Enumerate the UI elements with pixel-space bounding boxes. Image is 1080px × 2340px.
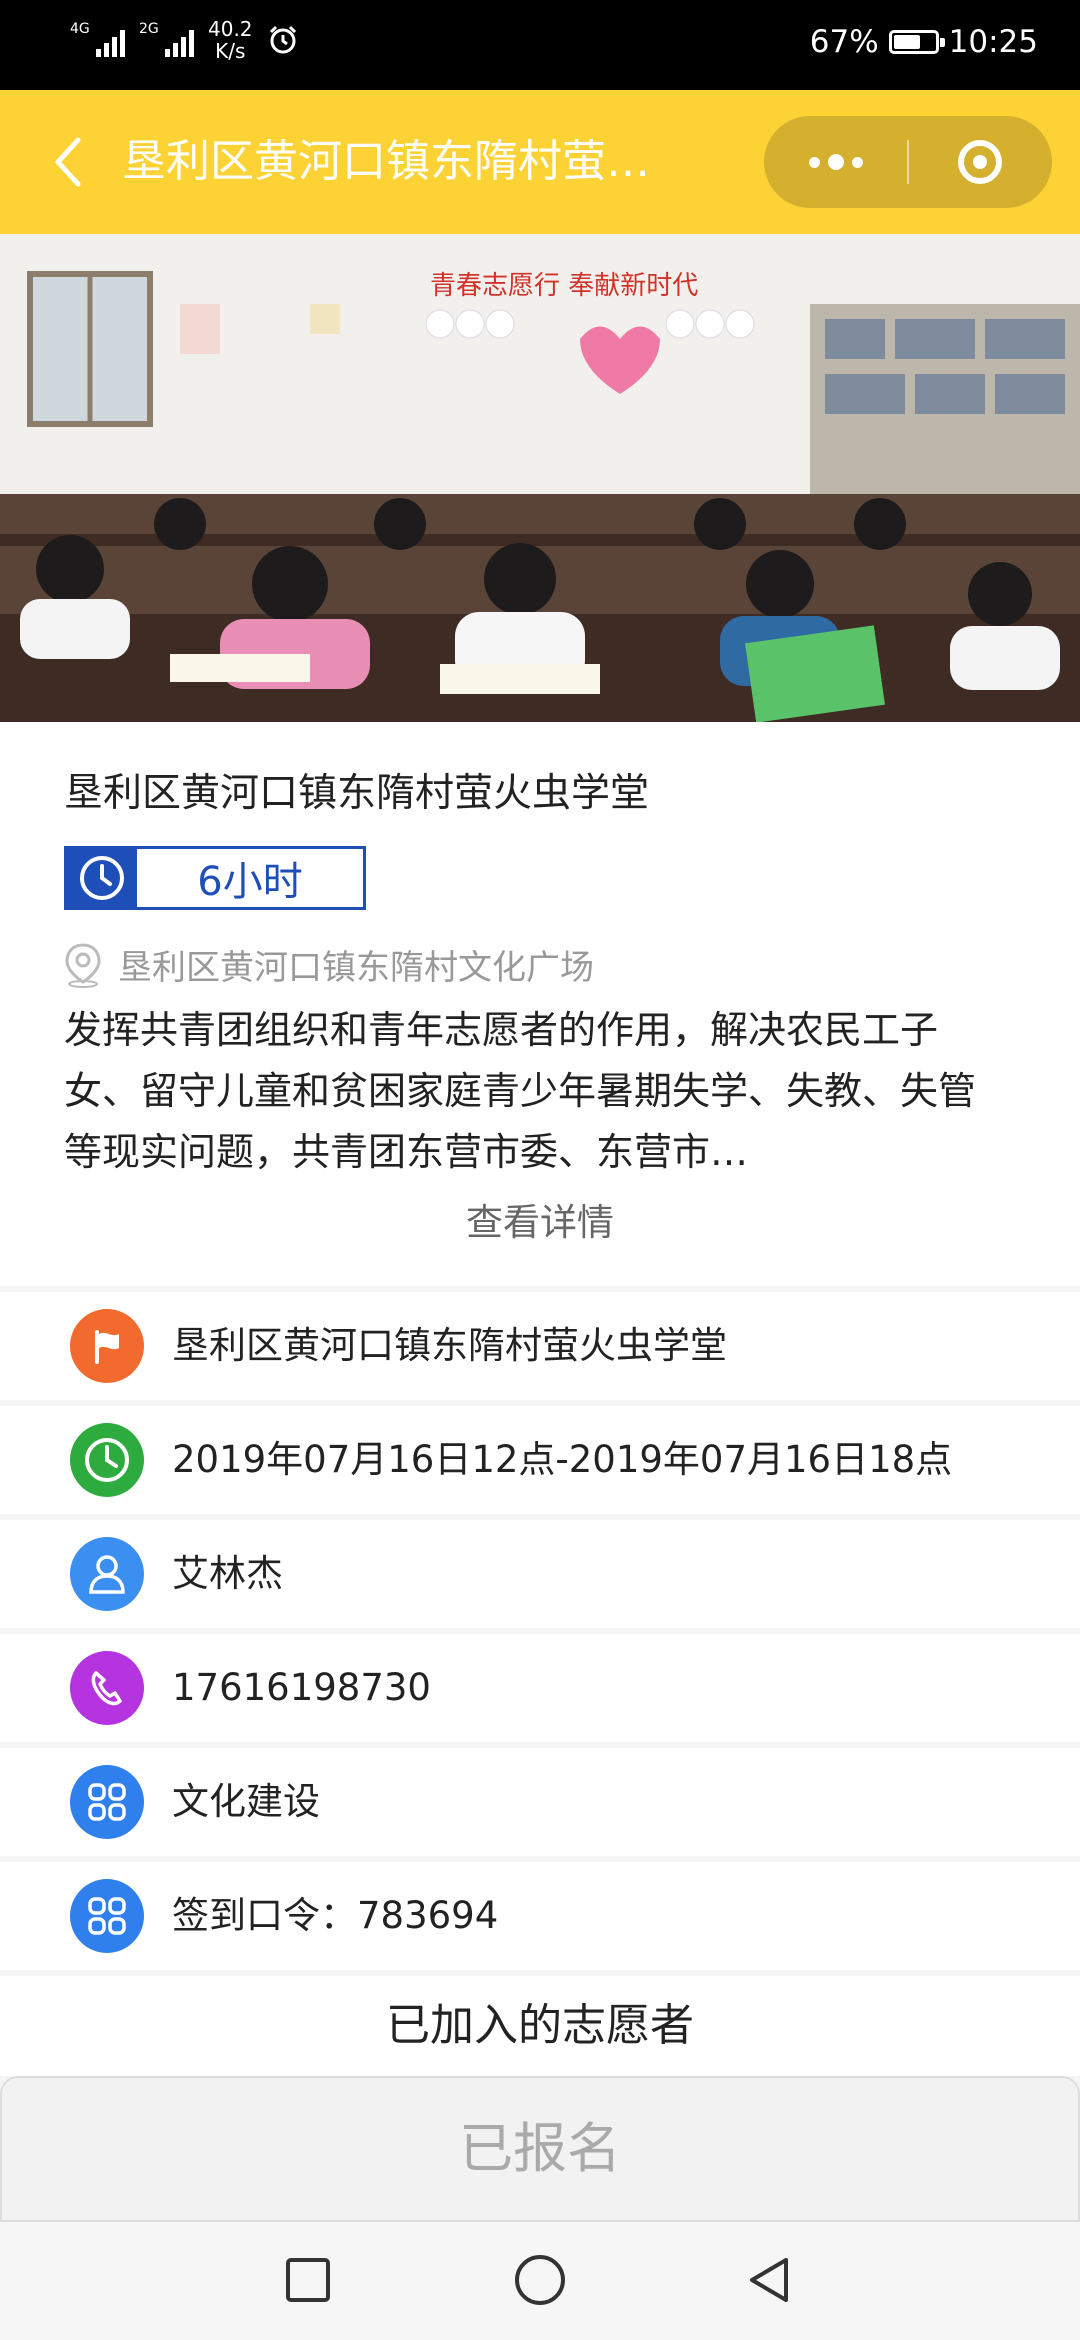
activity-photo: 青春志愿行 奉献新时代 (0, 234, 1080, 722)
top-navbar: 垦利区黄河口镇东隋村萤火虫学堂 (0, 90, 1080, 234)
triangle-back-icon[interactable] (740, 2250, 800, 2310)
target-close-icon[interactable] (908, 116, 1052, 208)
joined-volunteers-heading: 已加入的志愿者 (0, 1976, 1080, 2076)
duration-badge: 6小时 (64, 846, 366, 910)
signal-2g-icon: 2G (139, 21, 194, 57)
back-arrow-icon[interactable] (40, 132, 100, 192)
category-text: 文化建设 (172, 1780, 320, 1823)
location-text: 垦利区黄河口镇东隋村文化广场 (118, 948, 594, 988)
grid-icon (70, 1879, 144, 1953)
activity-title: 垦利区黄河口镇东隋村萤火虫学堂 (64, 771, 650, 816)
alarm-icon (269, 25, 296, 54)
system-navigation-bar (0, 2222, 1080, 2340)
status-bar: 4G 2G 40.2 K/s 67% 10:25 (0, 0, 1080, 90)
organizer-text: 垦利区黄河口镇东隋村萤火虫学堂 (172, 1324, 727, 1367)
battery-icon (888, 30, 945, 54)
grid-icon (70, 1765, 144, 1839)
speed-unit: K/s (215, 39, 246, 63)
location-pin-icon (65, 942, 101, 988)
mini-program-capsule (764, 116, 1052, 208)
network-type-2: 2G (139, 21, 159, 37)
flag-icon (70, 1309, 144, 1383)
activity-info-card: 垦利区黄河口镇东隋村萤火虫学堂 6小时 垦利区黄河口镇东隋村文化广场 发挥共青团… (0, 722, 1080, 1286)
signup-button[interactable]: 已报名 (0, 2076, 1080, 2222)
activity-description: 发挥共青团组织和青年志愿者的作用，解决农民工子女、留守儿童和贫困家庭青少年暑期失… (64, 1008, 977, 1174)
signal-4g-icon: 4G (70, 21, 125, 57)
category-row: 文化建设 (0, 1748, 1080, 1856)
square-recent-icon[interactable] (278, 2250, 338, 2310)
location-row: 垦利区黄河口镇东隋村文化广场 (62, 940, 594, 989)
page-title: 垦利区黄河口镇东隋村萤火虫学堂 (122, 136, 682, 187)
speed-value: 40.2 (208, 17, 253, 41)
phone-icon (70, 1651, 144, 1725)
clock-time: 10:25 (948, 24, 1038, 60)
checkin-code-row: 签到口令：783694 (0, 1862, 1080, 1970)
person-icon (70, 1537, 144, 1611)
checkin-code-text: 签到口令：783694 (172, 1894, 499, 1937)
phone-number[interactable]: 17616198730 (172, 1634, 431, 1742)
more-dots-icon[interactable] (764, 116, 908, 208)
time-row: 2019年07月16日12点-2019年07月16日18点 (0, 1406, 1080, 1514)
organizer-row: 垦利区黄河口镇东隋村萤火虫学堂 (0, 1292, 1080, 1400)
view-details-link[interactable]: 查看详情 (0, 1192, 1080, 1246)
time-text: 2019年07月16日12点-2019年07月16日18点 (172, 1438, 953, 1481)
phone-row[interactable]: 17616198730 (0, 1634, 1080, 1742)
contact-row: 艾林杰 (0, 1520, 1080, 1628)
network-type-1: 4G (70, 21, 90, 37)
banner-text: 青春志愿行 奉献新时代 (430, 271, 698, 301)
clock-icon (67, 849, 137, 907)
clock-icon (70, 1423, 144, 1497)
network-speed: 40.2 K/s (208, 18, 253, 62)
duration-text: 6小时 (197, 859, 303, 905)
battery-percent: 67% (809, 24, 879, 60)
contact-name: 艾林杰 (172, 1552, 283, 1595)
circle-home-icon[interactable] (510, 2250, 570, 2310)
